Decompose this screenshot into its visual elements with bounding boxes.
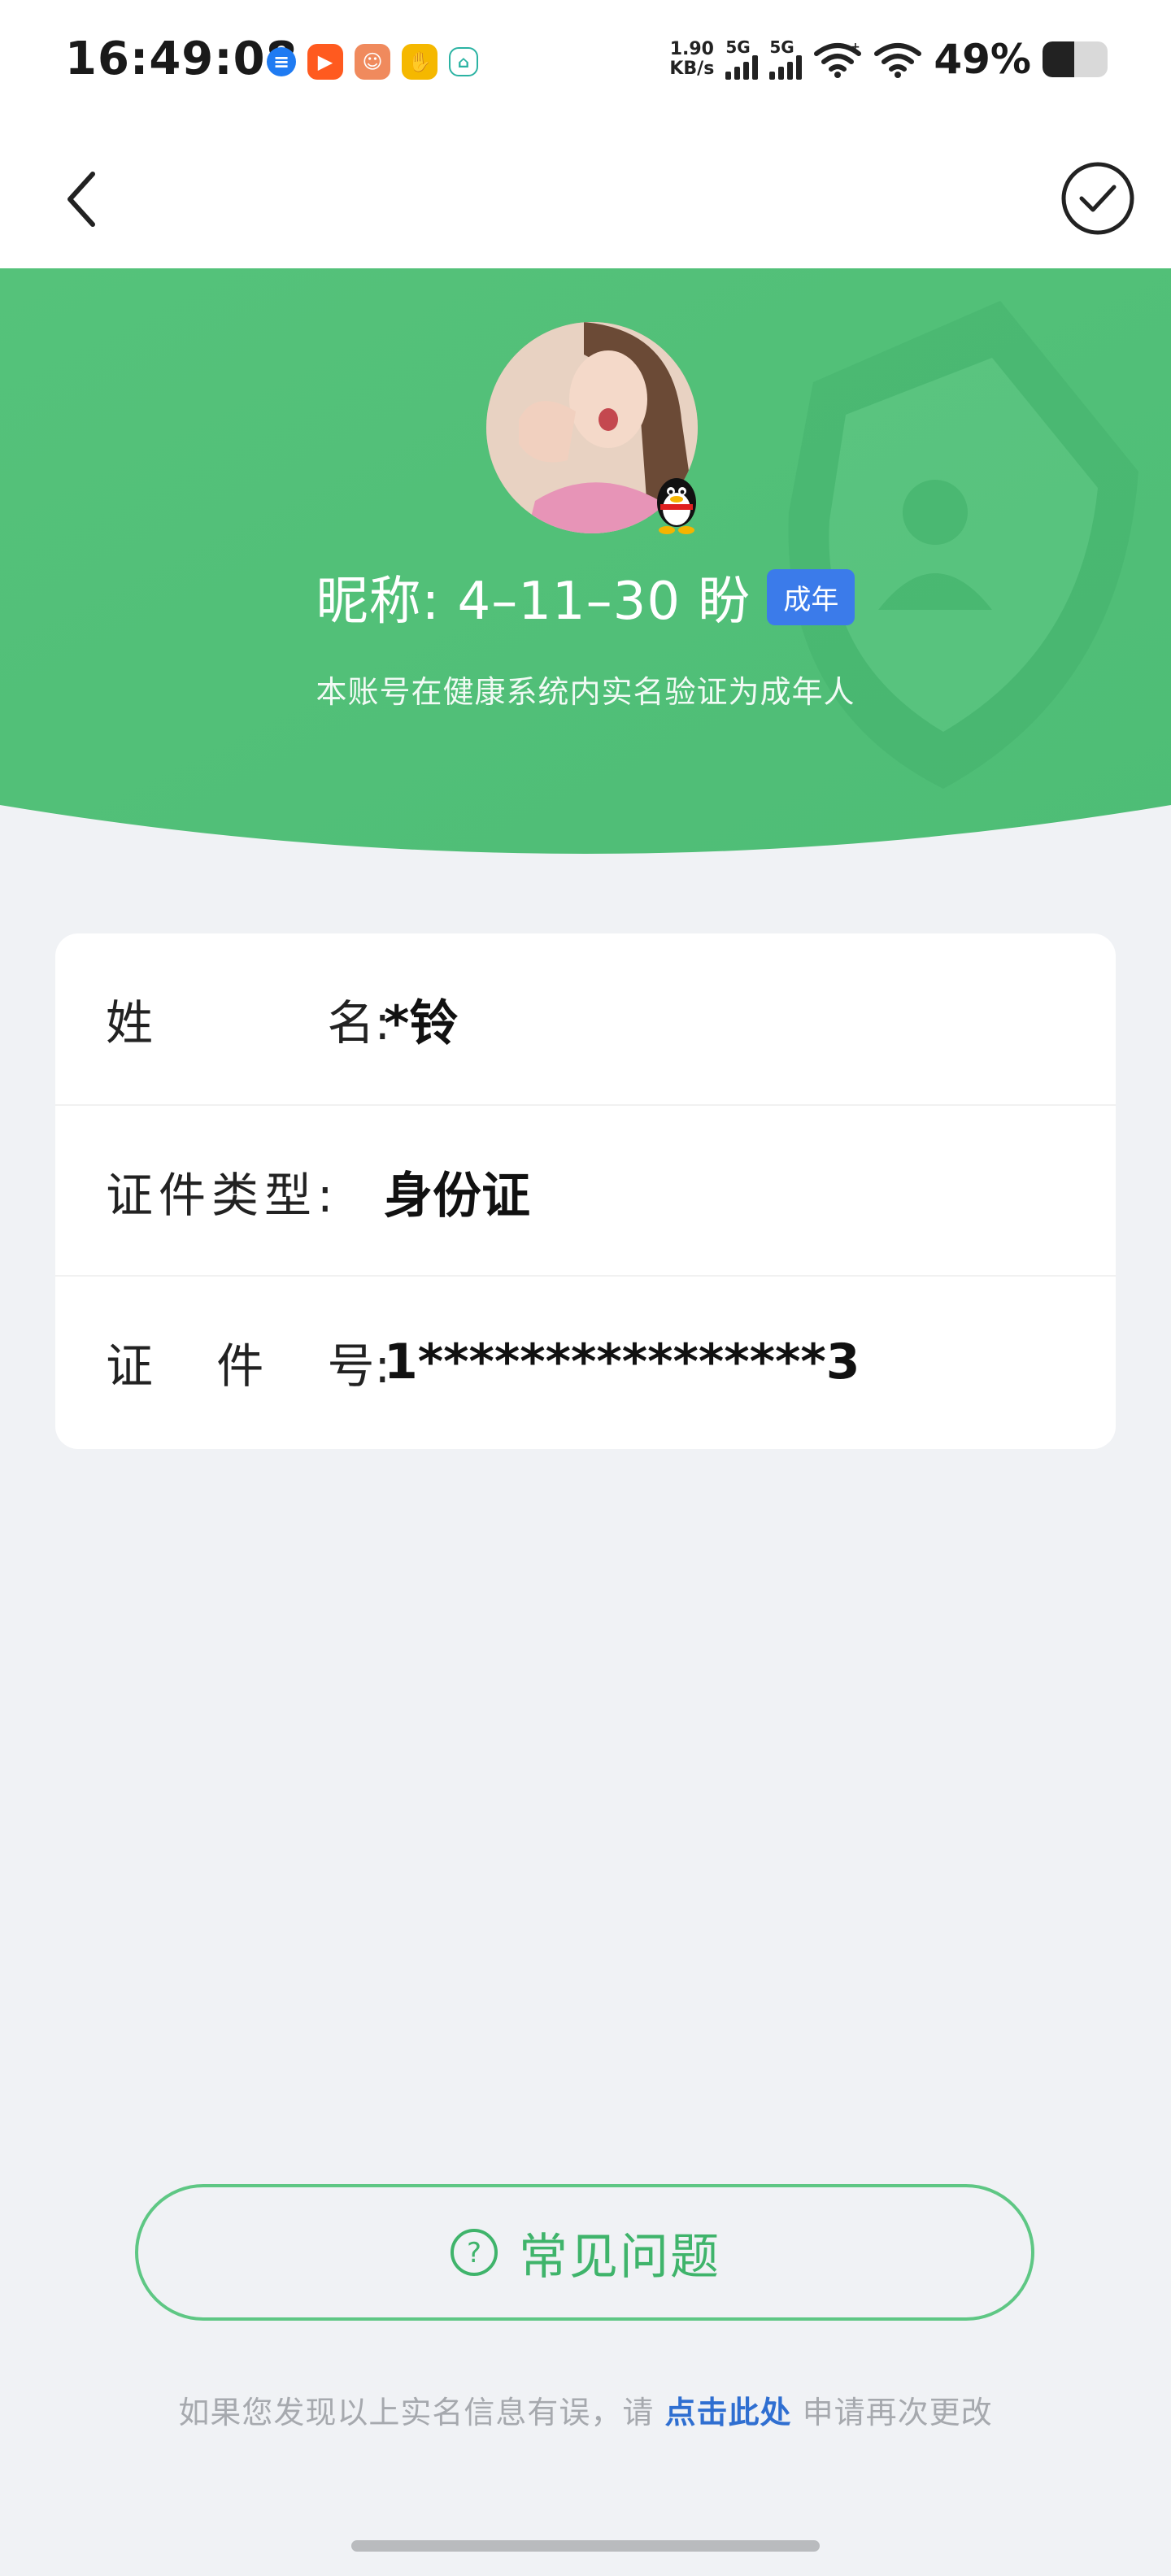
name-row: 姓 名: *铃 (55, 933, 1116, 1104)
qq-penguin-icon (657, 478, 696, 534)
identity-info-card: 姓 名: *铃 证件类型: 身份证 证 件 号: 1**************… (55, 933, 1116, 1449)
kuaishou-app-icon: ▶ (307, 44, 343, 80)
battery-fill (1043, 41, 1075, 77)
correction-link[interactable]: 点击此处 (664, 2395, 791, 2430)
battery-icon (1043, 41, 1108, 77)
id-number-label-part: 件 (216, 1338, 264, 1394)
adult-badge: 成年 (767, 568, 855, 625)
network-speed-value: 1.90 (669, 39, 714, 59)
nickname-row: 昵称: 4–11–30 盼 成年 (0, 559, 1171, 634)
id-number-label-part: 证 (106, 1338, 154, 1394)
status-bar: 16:49:08 ≡ ▶ ☺ ✋ ⌂ 1.90 KB/s 5G 5G + 49% (0, 0, 1171, 130)
id-type-label-part: 证件类型: (106, 1168, 339, 1223)
nickname: 昵称: 4–11–30 盼 (316, 572, 751, 632)
nav-bar (0, 130, 1171, 268)
sim2-label: 5G (769, 37, 794, 57)
id-number-value: 1****************3 (384, 1334, 860, 1390)
profile-header: 昵称: 4–11–30 盼 成年 本账号在健康系统内实名验证为成年人 (0, 268, 1171, 862)
sim1-signal-icon: 5G (725, 37, 759, 80)
sim2-signal-icon: 5G (769, 37, 803, 80)
name-label-part: 名: (327, 995, 390, 1051)
correction-note-suffix: 申请再次更改 (791, 2395, 993, 2430)
id-number-label: 证 件 号: (106, 1328, 390, 1396)
network-speed-unit: KB/s (669, 59, 715, 79)
network-speed: 1.90 KB/s (669, 40, 714, 79)
home-indicator[interactable] (351, 2540, 820, 2552)
question-circle-icon: ? (451, 2229, 498, 2276)
id-number-row: 证 件 号: 1****************3 (55, 1275, 1116, 1447)
name-label: 姓 名: (106, 985, 390, 1053)
svg-text:?: ? (467, 2237, 481, 2269)
name-value: *铃 (384, 994, 459, 1052)
id-number-label-part: 号: (327, 1338, 390, 1394)
faq-button[interactable]: ? 常见问题 (135, 2184, 1034, 2321)
id-type-row: 证件类型: 身份证 (55, 1104, 1116, 1277)
hand-app-icon: ✋ (402, 44, 437, 80)
id-type-value: 身份证 (384, 1167, 530, 1225)
chevron-left-icon (67, 172, 95, 227)
game-app-icon: ☺ (355, 44, 390, 80)
home-app-icon: ⌂ (449, 47, 478, 76)
id-type-label: 证件类型: (106, 1157, 390, 1225)
wifi-icon (874, 43, 922, 78)
message-app-icon: ≡ (267, 47, 296, 76)
confirm-button[interactable] (1059, 159, 1137, 237)
check-circle-icon (1061, 162, 1134, 235)
name-label-part: 姓 (106, 995, 154, 1051)
hotspot-wifi-icon: + (814, 41, 862, 78)
back-button[interactable] (52, 163, 117, 236)
correction-note-prefix: 如果您发现以上实名信息有误，请 (178, 2395, 665, 2430)
status-time: 16:49:08 (65, 33, 298, 85)
svg-text:+: + (851, 41, 860, 54)
status-indicators: 1.90 KB/s 5G 5G + 49% (669, 36, 1108, 83)
verification-note: 本账号在健康系统内实名验证为成年人 (316, 674, 855, 710)
status-app-icons: ≡ ▶ ☺ ✋ ⌂ (267, 44, 478, 80)
faq-label: 常见问题 (519, 2228, 720, 2286)
sim1-label: 5G (725, 37, 751, 57)
correction-note: 如果您发现以上实名信息有误，请 点击此处 申请再次更改 (0, 2387, 1171, 2432)
battery-percent: 49% (934, 36, 1031, 83)
